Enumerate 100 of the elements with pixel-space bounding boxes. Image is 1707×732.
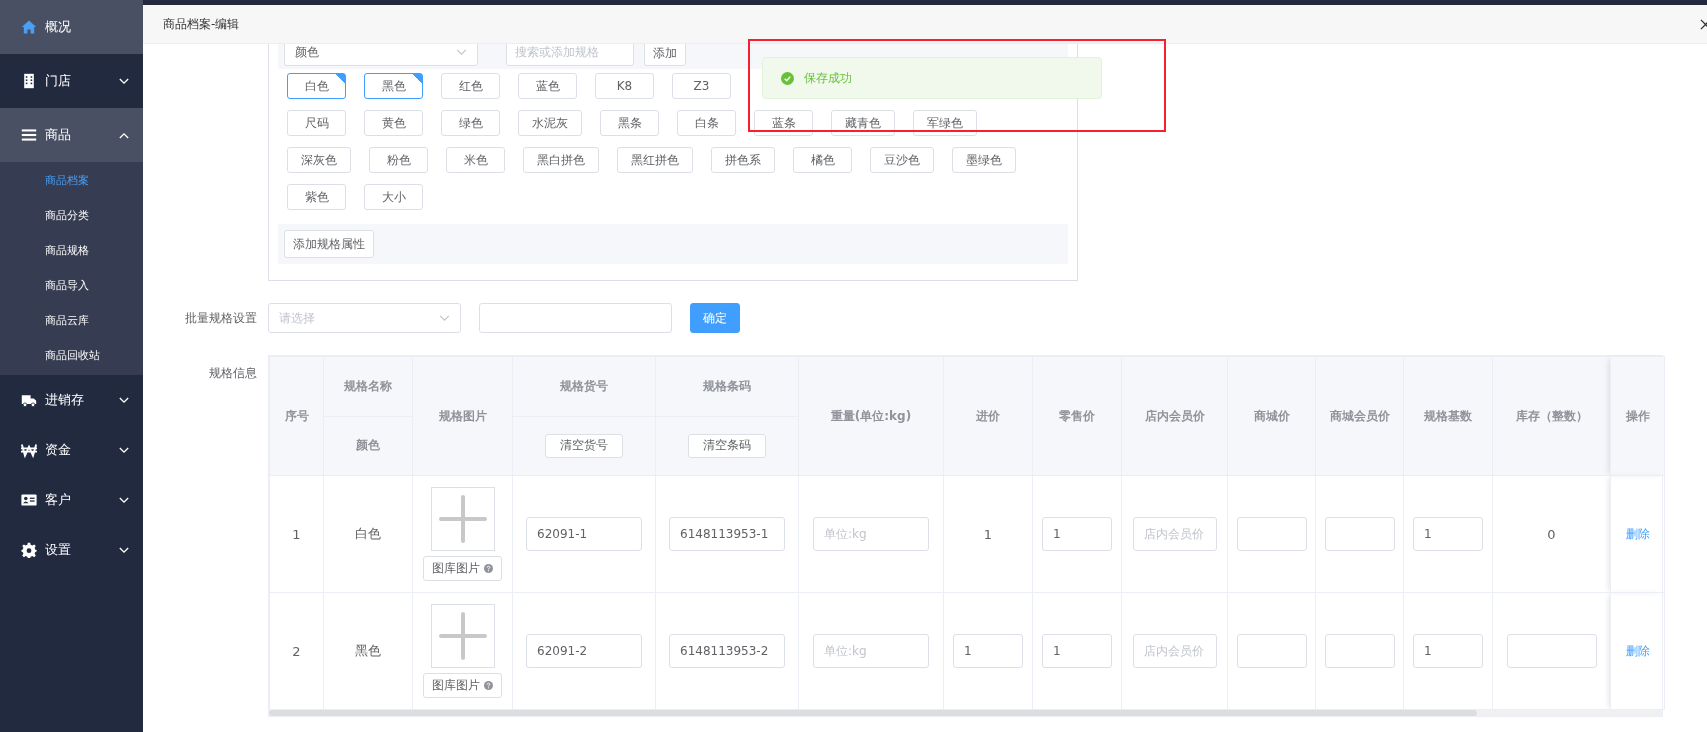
table-input[interactable] <box>1324 517 1395 551</box>
table-input[interactable]: 店内会员价 <box>1132 517 1217 551</box>
table-input[interactable]: 1 <box>953 634 1023 668</box>
spec-tag[interactable]: 黑白拼色 <box>523 147 599 173</box>
table-cell: 2 <box>292 643 301 659</box>
spec-tag[interactable]: 白色 <box>287 73 346 99</box>
nav-item[interactable]: 进销存 <box>0 375 143 425</box>
table-input[interactable]: 1 <box>1413 634 1483 668</box>
add-attribute-button[interactable]: 添加规格属性 <box>284 230 374 258</box>
gallery-button[interactable]: 图库图片 <box>423 673 502 698</box>
spec-tag[interactable]: 黑色 <box>364 73 423 99</box>
nav-subitem[interactable]: 商品回收站 <box>0 338 143 373</box>
id-card-icon <box>21 492 37 508</box>
clear-button[interactable]: 清空货号 <box>545 433 623 458</box>
nav-subitem[interactable]: 商品规格 <box>0 233 143 268</box>
spec-tag[interactable]: 黑红拼色 <box>617 147 693 173</box>
spec-tag[interactable]: 墨绿色 <box>952 147 1016 173</box>
help-icon <box>484 564 493 573</box>
table-input[interactable]: 62091-2 <box>526 634 642 668</box>
nav-item[interactable]: 客户 <box>0 475 143 525</box>
column-header: 店内会员价 <box>1121 356 1228 476</box>
table-input[interactable] <box>1236 517 1307 551</box>
spec-tag[interactable]: 尺码 <box>287 110 346 136</box>
spec-tag[interactable]: 黑条 <box>600 110 659 136</box>
table-input[interactable]: 单位:kg <box>813 634 929 668</box>
success-toast: 保存成功 <box>762 57 1102 99</box>
home-icon <box>21 19 37 35</box>
help-icon <box>484 681 493 690</box>
nav-item[interactable]: 设置 <box>0 525 143 575</box>
spec-tag[interactable]: 红色 <box>441 73 500 99</box>
table-cell: 黑色 <box>355 643 381 658</box>
table-input[interactable]: 6148113953-2 <box>669 634 785 668</box>
spec-tag[interactable]: 水泥灰 <box>518 110 582 136</box>
spec-tag[interactable]: 深灰色 <box>287 147 351 173</box>
column-header: 商城价 <box>1227 356 1316 476</box>
column-header: 规格名称 <box>323 356 413 416</box>
column-header: 序号 <box>269 356 324 476</box>
nav-subitem[interactable]: 商品分类 <box>0 198 143 233</box>
spec-search-field[interactable]: 搜索或添加规格 <box>506 44 634 66</box>
column-header: 规格条码 <box>655 356 799 416</box>
spec-tag[interactable]: 大小 <box>364 184 423 210</box>
nav-item[interactable]: 概况 <box>0 0 143 54</box>
won-icon <box>21 442 37 458</box>
horizontal-scrollbar[interactable] <box>269 710 1662 716</box>
spec-tag[interactable]: 藏青色 <box>831 110 895 136</box>
column-header: 进价 <box>943 356 1033 476</box>
spec-tag[interactable]: 白条 <box>677 110 736 136</box>
table-input[interactable]: 1 <box>1042 634 1112 668</box>
nav-item[interactable]: 商品 <box>0 108 143 162</box>
spec-tag[interactable]: 米色 <box>446 147 505 173</box>
column-subheader: 颜色 <box>323 416 413 476</box>
nav-item[interactable]: 门店 <box>0 54 143 108</box>
column-header: 操作 <box>1610 356 1665 476</box>
spec-tag[interactable]: 绿色 <box>441 110 500 136</box>
caret-icon <box>456 48 467 56</box>
table-input[interactable]: 店内会员价 <box>1132 634 1217 668</box>
table-cell: 1 <box>292 526 301 542</box>
table-input[interactable]: 单位:kg <box>813 517 929 551</box>
clear-button[interactable]: 清空条码 <box>688 433 766 458</box>
column-header: 零售价 <box>1032 356 1122 476</box>
table-cell: 白色 <box>355 526 381 541</box>
add-button[interactable]: 添加 <box>644 44 686 66</box>
column-header: 规格图片 <box>412 356 513 476</box>
spec-tag[interactable]: Z3 <box>672 73 731 99</box>
spec-tag[interactable]: 黄色 <box>364 110 423 136</box>
table-cell: 1 <box>983 526 993 542</box>
table-input[interactable]: 1 <box>1413 517 1483 551</box>
table-cell: 0 <box>1547 526 1556 542</box>
batch-value-field[interactable] <box>479 303 672 333</box>
gallery-button[interactable]: 图库图片 <box>423 556 502 581</box>
spec-tag[interactable]: 粉色 <box>369 147 428 173</box>
spec-tag[interactable]: K8 <box>595 73 654 99</box>
attribute-select[interactable]: 颜色 <box>284 44 478 66</box>
spec-tag[interactable]: 拼色系 <box>711 147 775 173</box>
column-header: 库存（整数） <box>1492 356 1611 476</box>
batch-label: 批量规格设置 <box>184 309 258 327</box>
check-circle-icon <box>781 71 794 85</box>
table-input[interactable]: 6148113953-1 <box>669 517 785 551</box>
menu-icon <box>21 127 37 143</box>
table-input[interactable] <box>1236 634 1307 668</box>
spec-tag[interactable]: 军绿色 <box>913 110 977 136</box>
building-icon <box>21 73 37 89</box>
spec-tag[interactable]: 蓝色 <box>518 73 577 99</box>
spec-tag[interactable]: 蓝条 <box>754 110 813 136</box>
spec-tag[interactable]: 豆沙色 <box>870 147 934 173</box>
nav-subitem[interactable]: 商品档案 <box>0 163 143 198</box>
column-header: 规格基数 <box>1403 356 1493 476</box>
column-header: 规格货号 <box>512 356 656 416</box>
nav-subitem[interactable]: 商品导入 <box>0 268 143 303</box>
nav-subitem[interactable]: 商品云库 <box>0 303 143 338</box>
table-input[interactable] <box>1506 634 1597 668</box>
column-header: 商城会员价 <box>1315 356 1404 476</box>
upload-plus-icon[interactable] <box>430 487 495 551</box>
table-input[interactable]: 62091-1 <box>526 517 642 551</box>
spec-tag[interactable]: 紫色 <box>287 184 346 210</box>
upload-plus-icon[interactable] <box>430 604 495 668</box>
spec-tag[interactable]: 橘色 <box>793 147 852 173</box>
table-input[interactable] <box>1324 634 1395 668</box>
table-input[interactable]: 1 <box>1042 517 1112 551</box>
nav-item[interactable]: 资金 <box>0 425 143 475</box>
